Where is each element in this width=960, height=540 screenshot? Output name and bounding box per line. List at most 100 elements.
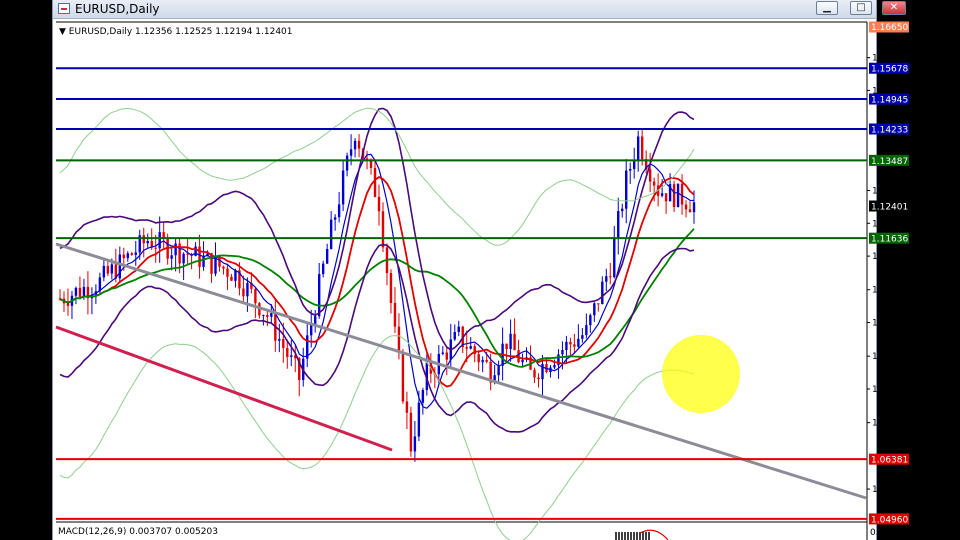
candle-body[interactable]	[593, 303, 596, 316]
candle-body[interactable]	[533, 369, 536, 378]
candle-body[interactable]	[457, 326, 460, 332]
candle-body[interactable]	[106, 265, 110, 274]
candle-body[interactable]	[310, 324, 313, 336]
candle-body[interactable]	[202, 255, 205, 267]
candle-body[interactable]	[270, 313, 273, 317]
candle-body[interactable]	[234, 270, 237, 281]
candle-body[interactable]	[349, 149, 353, 156]
candle-body[interactable]	[692, 202, 696, 213]
candle-body[interactable]	[317, 274, 321, 317]
candle-body[interactable]	[660, 193, 664, 196]
candle-body[interactable]	[597, 303, 600, 305]
candle-body[interactable]	[102, 265, 106, 278]
candle-body[interactable]	[401, 352, 405, 402]
candle-body[interactable]	[569, 341, 572, 345]
candle-body[interactable]	[226, 268, 229, 277]
candle-body[interactable]	[517, 350, 520, 363]
candle-body[interactable]	[409, 412, 413, 452]
candle-body[interactable]	[680, 183, 684, 205]
candle-body[interactable]	[621, 208, 624, 212]
candle-body[interactable]	[118, 254, 122, 279]
candle-body[interactable]	[601, 281, 604, 305]
candle-body[interactable]	[664, 193, 668, 202]
candle-body[interactable]	[254, 288, 257, 304]
candle-body[interactable]	[186, 253, 189, 255]
candle-body[interactable]	[589, 315, 592, 326]
candle-body[interactable]	[497, 365, 500, 376]
candle-body[interactable]	[381, 211, 385, 248]
candle-body[interactable]	[286, 347, 289, 357]
candle-body[interactable]	[505, 343, 508, 350]
candle-body[interactable]	[329, 219, 333, 249]
candle-body[interactable]	[573, 344, 576, 347]
candle-body[interactable]	[290, 355, 293, 357]
candle-body[interactable]	[325, 248, 329, 264]
candle-body[interactable]	[337, 204, 341, 218]
candle-body[interactable]	[158, 232, 161, 249]
candle-body[interactable]	[377, 196, 381, 212]
candle-body[interactable]	[134, 252, 137, 255]
candle-body[interactable]	[266, 315, 269, 317]
candle-body[interactable]	[521, 359, 524, 363]
candle-body[interactable]	[122, 254, 125, 259]
candle-body[interactable]	[74, 287, 78, 296]
candle-body[interactable]	[652, 181, 656, 186]
candle-body[interactable]	[321, 263, 325, 275]
candle-body[interactable]	[389, 273, 393, 303]
candle-body[interactable]	[393, 302, 397, 327]
candle-body[interactable]	[509, 333, 512, 350]
candle-body[interactable]	[636, 136, 640, 162]
candle-body[interactable]	[577, 338, 580, 347]
candle-body[interactable]	[633, 161, 636, 169]
candle-body[interactable]	[613, 238, 616, 278]
candle-body[interactable]	[609, 276, 612, 278]
candle-body[interactable]	[314, 316, 317, 325]
candle-body[interactable]	[282, 339, 285, 348]
candle-body[interactable]	[110, 264, 114, 274]
candle-body[interactable]	[465, 347, 468, 349]
candle-body[interactable]	[345, 155, 349, 171]
candle-body[interactable]	[441, 352, 444, 354]
candle-body[interactable]	[481, 359, 484, 363]
candle-body[interactable]	[513, 333, 516, 351]
candle-body[interactable]	[333, 217, 337, 220]
candle-body[interactable]	[198, 246, 201, 267]
candle-body[interactable]	[230, 276, 233, 281]
candle-body[interactable]	[485, 359, 488, 362]
candle-body[interactable]	[194, 246, 197, 256]
candle-body[interactable]	[413, 436, 417, 452]
candle-body[interactable]	[629, 168, 632, 171]
plot-area[interactable]	[55, 21, 868, 540]
candle-body[interactable]	[82, 286, 86, 297]
candle-body[interactable]	[66, 303, 70, 306]
candle-body[interactable]	[688, 209, 692, 213]
candle-body[interactable]	[553, 365, 556, 368]
candle-body[interactable]	[648, 169, 652, 182]
candle-body[interactable]	[477, 354, 480, 363]
candle-body[interactable]	[341, 170, 345, 205]
candle-body[interactable]	[469, 346, 472, 349]
candle-body[interactable]	[146, 240, 149, 244]
candle-body[interactable]	[417, 402, 421, 437]
candle-body[interactable]	[676, 183, 680, 208]
candle-body[interactable]	[357, 140, 361, 149]
candle-body[interactable]	[242, 288, 245, 297]
candle-body[interactable]	[262, 315, 265, 317]
candle-body[interactable]	[373, 167, 377, 197]
price-scale[interactable]: 1.15678 1.14945 1.14233 1.13487 1.11636 1.063…	[867, 21, 913, 539]
candle-body[interactable]	[625, 170, 628, 209]
candle-body[interactable]	[130, 253, 133, 255]
candle-body[interactable]	[182, 253, 185, 264]
candle-body[interactable]	[78, 287, 82, 297]
candle-body[interactable]	[453, 331, 456, 340]
candle-body[interactable]	[640, 136, 644, 160]
candle-body[interactable]	[445, 352, 448, 360]
candle-body[interactable]	[421, 389, 425, 403]
candle-body[interactable]	[154, 247, 157, 249]
candle-body[interactable]	[246, 283, 249, 297]
candle-body[interactable]	[405, 401, 409, 413]
candle-body[interactable]	[585, 325, 588, 336]
candle-body[interactable]	[684, 204, 688, 210]
candle-body[interactable]	[561, 350, 564, 355]
candle-body[interactable]	[537, 377, 540, 380]
